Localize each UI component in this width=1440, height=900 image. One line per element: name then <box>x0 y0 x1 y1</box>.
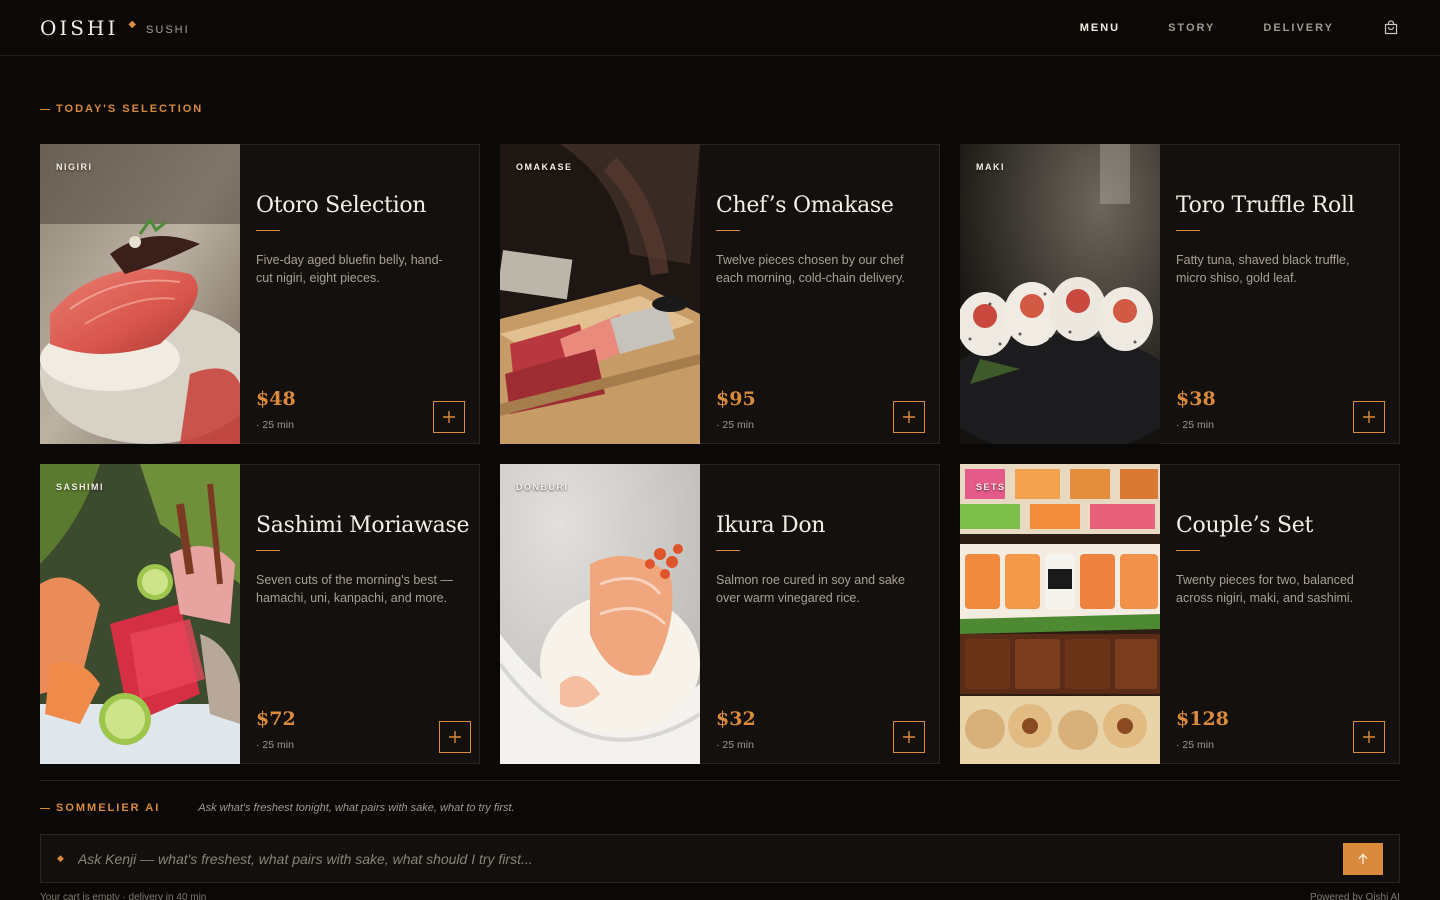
plus-icon <box>1363 731 1375 743</box>
card-body: Chef’s Omakase Twelve pieces chosen by o… <box>700 145 939 443</box>
category-tag: SASHIMI <box>56 482 105 492</box>
prep-time: · 25 min <box>1176 419 1214 431</box>
item-title: Toro Truffle Roll <box>1176 193 1355 218</box>
category-tag: MAKI <box>976 162 1005 172</box>
item-description: Five-day aged bluefin belly, hand-cut ni… <box>256 253 443 285</box>
sushi-set-image <box>960 464 1160 764</box>
item-price: $38 <box>1176 388 1216 410</box>
card-body: Toro Truffle Roll Fatty tuna, shaved bla… <box>1160 145 1399 443</box>
section-divider <box>40 780 1400 781</box>
menu-card-couples-set[interactable]: SETS Couple’s Set Twenty pieces for two,… <box>960 464 1400 764</box>
card-body: Sashimi Moriawase Seven cuts of the morn… <box>240 465 485 763</box>
send-button[interactable] <box>1343 842 1383 875</box>
arrow-up-icon <box>1358 853 1368 864</box>
add-to-cart-button[interactable] <box>893 721 925 753</box>
ask-kenji-input[interactable] <box>77 850 1343 867</box>
diamond-icon: ◆ <box>128 19 137 30</box>
add-to-cart-button[interactable] <box>439 721 472 753</box>
menu-card-sashimi-moriawase[interactable]: SASHIMI Sashimi Moriawase Seven cuts of … <box>40 464 480 764</box>
plus-icon <box>443 411 455 423</box>
sommelier-ai-label: SOMMELIER AI <box>40 802 160 814</box>
brand-name: OISHI <box>40 15 119 40</box>
item-description: Seven cuts of the morning's best — hamac… <box>256 573 453 605</box>
add-to-cart-button[interactable] <box>1353 721 1385 753</box>
prep-time: · 25 min <box>256 419 294 431</box>
item-price: $48 <box>256 388 296 410</box>
title-divider <box>1176 550 1200 551</box>
sommelier-ai-hint: Ask what's freshest tonight, what pairs … <box>198 802 515 814</box>
item-price: $32 <box>716 708 756 730</box>
brand-logo[interactable]: OISHI ◆ SUSHI <box>40 16 190 40</box>
item-title: Otoro Selection <box>256 193 427 218</box>
item-title: Sashimi Moriawase <box>256 513 470 538</box>
item-title: Chef’s Omakase <box>716 193 894 218</box>
item-description: Twelve pieces chosen by our chef each mo… <box>716 253 905 285</box>
nigiri-image <box>40 144 240 444</box>
category-tag: NIGIRI <box>56 162 93 172</box>
plus-icon <box>903 411 915 423</box>
card-body: Ikura Don Salmon roe cured in soy and sa… <box>700 465 939 763</box>
title-divider <box>1176 230 1200 231</box>
food-photo: DONBURI <box>500 464 700 764</box>
dash-divider <box>40 807 50 809</box>
prep-time: · 25 min <box>716 419 754 431</box>
diamond-icon: ◆ <box>57 853 64 863</box>
add-to-cart-button[interactable] <box>1353 401 1385 433</box>
shopping-bag-icon[interactable] <box>1382 19 1400 37</box>
main-nav: MENU STORY DELIVERY <box>1080 19 1400 37</box>
menu-card-ikura-don[interactable]: DONBURI Ikura Don Salmon roe cured in so… <box>500 464 940 764</box>
item-price: $95 <box>716 388 756 410</box>
maki-image <box>960 144 1160 444</box>
prep-time: · 25 min <box>716 739 754 751</box>
add-to-cart-button[interactable] <box>433 401 465 433</box>
menu-grid: NIGIRI Otoro Selection Five-day aged blu… <box>40 144 1400 764</box>
food-photo: MAKI <box>960 144 1160 444</box>
cart-status: Your cart is empty · delivery in 40 min <box>40 892 207 900</box>
plus-icon <box>903 731 915 743</box>
omakase-image <box>500 144 700 444</box>
plus-icon <box>1363 411 1375 423</box>
add-to-cart-button[interactable] <box>893 401 925 433</box>
prep-time: · 25 min <box>256 739 294 751</box>
section-eyebrow-label: TODAY'S SELECTION <box>56 103 204 115</box>
dash-divider <box>40 108 50 110</box>
top-nav-bar: OISHI ◆ SUSHI MENU STORY DELIVERY <box>0 0 1440 56</box>
item-description: Salmon roe cured in soy and sake over wa… <box>716 573 905 605</box>
item-title: Couple’s Set <box>1176 513 1313 538</box>
category-tag: DONBURI <box>516 482 569 492</box>
sommelier-ai-label-text: SOMMELIER AI <box>56 802 161 814</box>
menu-card-toro-truffle-roll[interactable]: MAKI Toro Truffle Roll Fatty tuna, shave… <box>960 144 1400 444</box>
food-photo: SASHIMI <box>40 464 240 764</box>
item-description: Twenty pieces for two, balanced across n… <box>1176 573 1354 605</box>
sashimi-image <box>40 464 240 764</box>
menu-card-omakase[interactable]: OMAKASE Chef’s Omakase Twelve pieces cho… <box>500 144 940 444</box>
food-photo: OMAKASE <box>500 144 700 444</box>
item-price: $72 <box>256 708 296 730</box>
food-photo: NIGIRI <box>40 144 240 444</box>
item-description: Fatty tuna, shaved black truffle, micro … <box>1176 253 1350 285</box>
section-eyebrow: TODAY'S SELECTION <box>40 103 203 115</box>
nav-item-delivery[interactable]: DELIVERY <box>1263 22 1334 34</box>
donburi-image <box>500 464 700 764</box>
title-divider <box>256 550 280 551</box>
card-body: Otoro Selection Five-day aged bluefin be… <box>240 145 479 443</box>
title-divider <box>716 230 740 231</box>
item-price: $128 <box>1176 708 1229 730</box>
prep-time: · 25 min <box>1176 739 1214 751</box>
item-title: Ikura Don <box>716 513 826 538</box>
category-tag: OMAKASE <box>516 162 573 172</box>
menu-card-otoro[interactable]: NIGIRI Otoro Selection Five-day aged blu… <box>40 144 480 444</box>
category-tag: SETS <box>976 482 1006 492</box>
plus-icon <box>449 731 462 743</box>
food-photo: SETS <box>960 464 1160 764</box>
title-divider <box>256 230 280 231</box>
sommelier-ai-header: SOMMELIER AI Ask what's freshest tonight… <box>40 802 515 814</box>
nav-item-menu[interactable]: MENU <box>1080 22 1120 34</box>
card-body: Couple’s Set Twenty pieces for two, bala… <box>1160 465 1399 763</box>
powered-by: Powered by Oishi AI <box>1309 892 1400 900</box>
title-divider <box>716 550 740 551</box>
ask-kenji-box: ◆ <box>40 834 1400 883</box>
brand-subtitle: SUSHI <box>146 23 190 36</box>
nav-item-story[interactable]: STORY <box>1168 22 1215 34</box>
